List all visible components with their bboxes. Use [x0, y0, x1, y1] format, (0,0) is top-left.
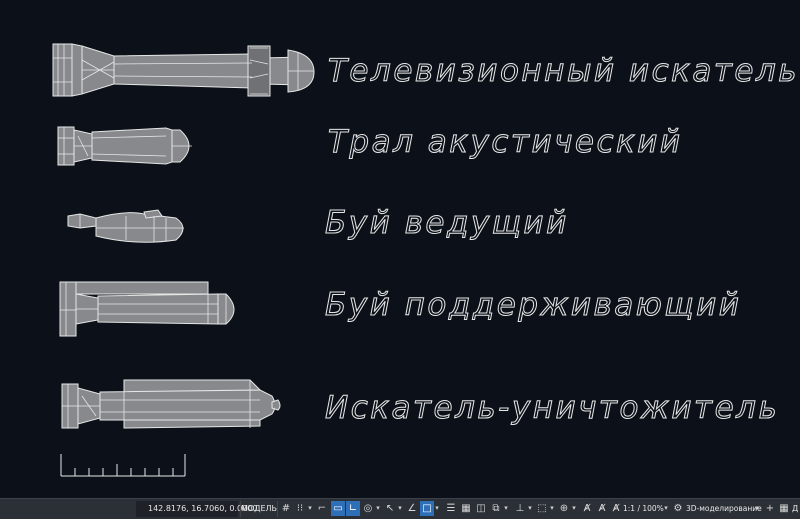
annotation-scale-icon[interactable]: Ⱥ — [609, 501, 623, 516]
infer-constraints-icon[interactable]: ⌐ — [315, 501, 329, 516]
isolate-objects-icon[interactable]: ▦ — [777, 501, 791, 516]
3d-osnap-icon[interactable]: ⧉ — [489, 501, 503, 516]
snap-icon[interactable]: ⁝⁝ — [293, 501, 307, 516]
tv-seeker-drawing[interactable] — [52, 40, 318, 102]
annotation-visibility-icon[interactable]: Ⱥ — [580, 501, 594, 516]
gear-icon[interactable]: ⚙ — [671, 501, 685, 516]
dynamic-ucs-dropdown-icon[interactable]: ▾ — [527, 501, 533, 516]
plus-icon[interactable]: + — [763, 501, 777, 516]
status-bar: 142.8176, 16.7060, 0.0000 МОДЕЛЬ # ⁝⁝ ▾ … — [0, 498, 800, 519]
selection-cycling-icon[interactable]: ◫ — [474, 501, 488, 516]
dynamic-ucs-icon[interactable]: ⊥ — [513, 501, 527, 516]
gizmo-dropdown-icon[interactable]: ▾ — [571, 501, 577, 516]
polar-tracking-icon[interactable]: ◎ — [361, 501, 375, 516]
auto-scale-icon[interactable]: Ⱥ — [595, 501, 609, 516]
workspace-dropdown-icon[interactable]: ▾ — [754, 501, 760, 516]
acoustic-trawl-drawing[interactable] — [56, 124, 201, 168]
leading-buoy-drawing[interactable] — [66, 206, 191, 248]
label-seeker-destroyer: Искатель-уничтожитель — [324, 390, 780, 426]
lineweight-icon[interactable]: ☰ — [444, 501, 458, 516]
selection-filter-icon[interactable]: ⬚ — [535, 501, 549, 516]
isodraft-icon[interactable]: ↖ — [383, 501, 397, 516]
snap-dropdown-icon[interactable]: ▾ — [307, 501, 313, 516]
grid-icon[interactable]: # — [279, 501, 293, 516]
model-space-canvas[interactable]: Телевизионный искатель Трал акустический — [0, 0, 800, 498]
supporting-buoy-drawing[interactable] — [58, 280, 243, 338]
coordinate-readout[interactable]: 142.8176, 16.7060, 0.0000 — [136, 501, 257, 517]
object-snap-tracking-icon[interactable]: ∠ — [405, 501, 419, 516]
selection-filter-dropdown-icon[interactable]: ▾ — [549, 501, 555, 516]
object-snap-dropdown-icon[interactable]: ▾ — [434, 501, 440, 516]
3d-osnap-dropdown-icon[interactable]: ▾ — [503, 501, 509, 516]
model-space-button[interactable]: МОДЕЛЬ — [240, 501, 278, 517]
label-supporting-buoy: Буй поддерживающий — [324, 287, 742, 323]
scale-dropdown-icon[interactable]: ▾ — [663, 501, 669, 516]
label-leading-buoy: Буй ведущий — [325, 205, 569, 241]
transparency-icon[interactable]: ▦ — [459, 501, 473, 516]
ortho-mode-icon[interactable]: ∟ — [346, 501, 360, 516]
seeker-destroyer-drawing[interactable] — [60, 378, 286, 434]
gizmo-icon[interactable]: ⊕ — [557, 501, 571, 516]
label-acoustic-trawl: Трал акустический — [328, 124, 683, 160]
annotation-scale-readout[interactable]: 1:1 / 100% — [623, 501, 667, 517]
dynamic-input-icon[interactable]: ▭ — [331, 501, 345, 516]
status-cut-label: Д — [792, 504, 799, 513]
workspace-switch[interactable]: 3D-моделирование — [686, 501, 762, 517]
scale-bar — [60, 454, 186, 477]
isodraft-dropdown-icon[interactable]: ▾ — [397, 501, 403, 516]
polar-dropdown-icon[interactable]: ▾ — [375, 501, 381, 516]
label-tv-seeker: Телевизионный искатель — [327, 53, 800, 89]
object-snap-icon[interactable]: □ — [420, 501, 434, 516]
